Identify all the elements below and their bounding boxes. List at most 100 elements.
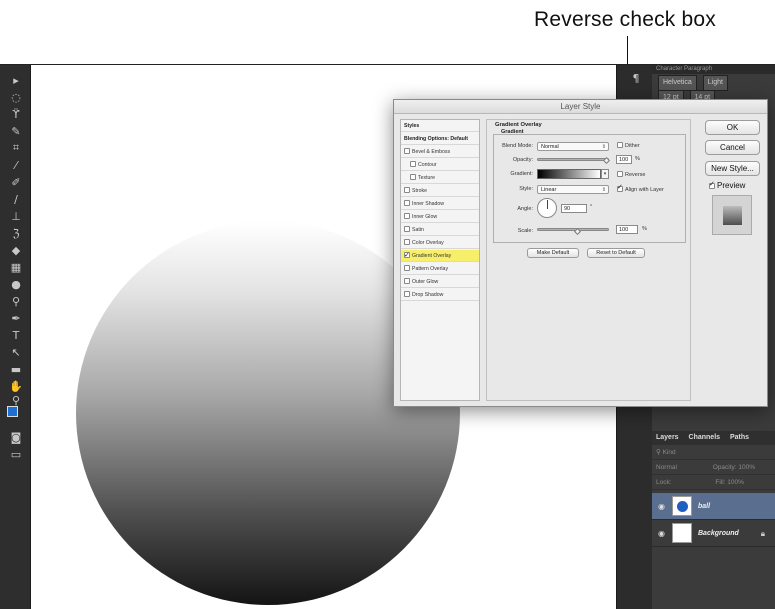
checkbox[interactable] <box>404 187 410 193</box>
style-item-color-overlay[interactable]: Color Overlay <box>401 237 479 249</box>
style-item-bevel-emboss[interactable]: Bevel & Emboss <box>401 146 479 158</box>
blur-tool-icon[interactable]: ● <box>8 277 24 291</box>
layer-opacity-value[interactable]: 100% <box>738 464 755 471</box>
style-item-satin[interactable]: Satin <box>401 224 479 236</box>
screen-mode-icon[interactable]: ▭ <box>8 447 24 461</box>
style-item-label: Bevel & Emboss <box>412 149 451 155</box>
layer-name: Background <box>698 530 739 537</box>
checkbox[interactable] <box>404 239 410 245</box>
group-title: Gradient Overlay <box>495 122 542 128</box>
brush-tool-icon[interactable]: ∕ <box>8 192 24 206</box>
blend-mode-select[interactable]: Normal ⇕ <box>537 142 609 151</box>
tab-layers[interactable]: Layers <box>656 434 679 441</box>
angle-input[interactable]: 90 <box>561 204 587 213</box>
hand-tool-icon[interactable]: ✋ <box>8 379 24 393</box>
blending-options-item[interactable]: Blending Options: Default <box>401 133 479 145</box>
scale-input[interactable]: 100 <box>616 225 638 234</box>
checkbox[interactable] <box>404 278 410 284</box>
checkbox-checked[interactable] <box>404 249 410 261</box>
new-style-button[interactable]: New Style... <box>705 161 760 176</box>
font-family-select[interactable]: Helvetica <box>658 75 697 91</box>
style-select[interactable]: Linear ⇕ <box>537 185 609 194</box>
dither-checkbox[interactable] <box>617 142 623 148</box>
tab-paths[interactable]: Paths <box>730 434 749 441</box>
angle-dial[interactable] <box>537 198 557 218</box>
chevron-down-icon[interactable]: ▾ <box>601 169 609 179</box>
healing-brush-tool-icon[interactable]: ✐ <box>8 175 24 189</box>
make-default-button[interactable]: Make Default <box>527 248 579 258</box>
opacity-slider[interactable] <box>537 158 609 161</box>
style-item-pattern-overlay[interactable]: Pattern Overlay <box>401 263 479 275</box>
reverse-checkbox[interactable] <box>617 171 623 177</box>
dialog-title: Layer Style <box>394 100 767 114</box>
history-brush-tool-icon[interactable]: ℨ <box>8 226 24 240</box>
dodge-tool-icon[interactable]: ⚲ <box>8 294 24 308</box>
checkbox[interactable] <box>404 226 410 232</box>
zoom-tool-icon[interactable]: ⚲ <box>8 393 24 407</box>
layer-name: ball <box>698 503 711 510</box>
type-tool-icon[interactable]: T <box>8 328 24 342</box>
marquee-tool-icon[interactable]: ◌ <box>8 90 24 104</box>
align-with-layer-row[interactable]: Align with Layer <box>617 183 664 193</box>
foreground-color-swatch[interactable] <box>7 406 18 417</box>
checkbox[interactable] <box>404 291 410 297</box>
styles-header[interactable]: Styles <box>401 120 479 132</box>
cancel-button[interactable]: Cancel <box>705 140 760 155</box>
style-item-texture[interactable]: Texture <box>401 172 479 184</box>
checkbox[interactable] <box>404 213 410 219</box>
checkbox[interactable] <box>410 161 416 167</box>
opacity-input[interactable]: 100 <box>616 155 632 164</box>
reverse-checkbox-row[interactable]: Reverse <box>617 171 645 178</box>
dither-checkbox-row[interactable]: Dither <box>617 142 640 149</box>
layer-row-background[interactable]: ◉ Background 🔒︎ <box>652 520 775 547</box>
layer-filter-select[interactable]: Kind <box>663 449 676 456</box>
tools-panel: ▸ ◌ ϔ ✎ ⌗ ⁄ ✐ ∕ ⊥ ℨ ◆ ▦ ● ⚲ ✒ T ↖ ▬ ✋ ⚲ … <box>0 65 31 609</box>
quick-select-tool-icon[interactable]: ✎ <box>8 124 24 138</box>
pen-tool-icon[interactable]: ✒ <box>8 311 24 325</box>
style-item-label: Inner Shadow <box>412 201 445 207</box>
style-item-drop-shadow[interactable]: Drop Shadow <box>401 289 479 301</box>
screenshot-root: Reverse check box ▸ ◌ ϔ ✎ ⌗ ⁄ ✐ ∕ ⊥ ℨ ◆ … <box>0 0 775 609</box>
gradient-swatch[interactable] <box>537 169 601 179</box>
preview-checkbox-row[interactable]: Preview <box>709 180 745 190</box>
preview-checkbox[interactable] <box>709 180 715 189</box>
layer-blend-mode-select[interactable]: Normal <box>656 464 677 471</box>
character-panel-icon[interactable]: ¶ <box>628 71 644 85</box>
crop-tool-icon[interactable]: ⌗ <box>8 141 24 155</box>
ok-button[interactable]: OK <box>705 120 760 135</box>
gradient-tool-icon[interactable]: ▦ <box>8 260 24 274</box>
eyedropper-tool-icon[interactable]: ⁄ <box>8 158 24 172</box>
blend-mode-label: Blend Mode: <box>502 143 533 149</box>
character-panel-tabs[interactable]: Character Paragraph <box>652 65 775 74</box>
tab-channels[interactable]: Channels <box>689 434 721 441</box>
style-preview-thumbnail <box>712 195 752 235</box>
clone-stamp-tool-icon[interactable]: ⊥ <box>8 209 24 223</box>
style-item-contour[interactable]: Contour <box>401 159 479 171</box>
gradient-label: Gradient: <box>510 171 533 177</box>
style-item-label: Outer Glow <box>412 279 439 285</box>
visibility-eye-icon[interactable]: ◉ <box>658 502 667 511</box>
shape-tool-icon[interactable]: ▬ <box>8 362 24 376</box>
style-item-gradient-overlay[interactable]: Gradient Overlay <box>401 249 479 262</box>
fill-value[interactable]: 100% <box>727 479 744 486</box>
style-item-inner-glow[interactable]: Inner Glow <box>401 211 479 223</box>
checkbox[interactable] <box>410 174 416 180</box>
move-tool-icon[interactable]: ▸ <box>8 73 24 87</box>
eraser-tool-icon[interactable]: ◆ <box>8 243 24 257</box>
style-item-stroke[interactable]: Stroke <box>401 185 479 197</box>
checkbox[interactable] <box>404 148 410 154</box>
visibility-eye-icon[interactable]: ◉ <box>658 529 667 538</box>
reset-to-default-button[interactable]: Reset to Default <box>587 248 645 258</box>
lasso-tool-icon[interactable]: ϔ <box>8 107 24 121</box>
checkbox[interactable] <box>404 200 410 206</box>
dither-label: Dither <box>625 143 640 149</box>
checkbox[interactable] <box>404 265 410 271</box>
style-item-outer-glow[interactable]: Outer Glow <box>401 276 479 288</box>
font-weight-select[interactable]: Light <box>702 75 728 91</box>
path-selection-tool-icon[interactable]: ↖ <box>8 345 24 359</box>
quick-mask-icon[interactable]: ◙ <box>8 430 24 444</box>
style-item-label: Stroke <box>412 188 427 194</box>
align-with-layer-checkbox[interactable] <box>617 183 623 192</box>
layer-row-ball[interactable]: ◉ ball <box>652 493 775 520</box>
style-item-inner-shadow[interactable]: Inner Shadow <box>401 198 479 210</box>
